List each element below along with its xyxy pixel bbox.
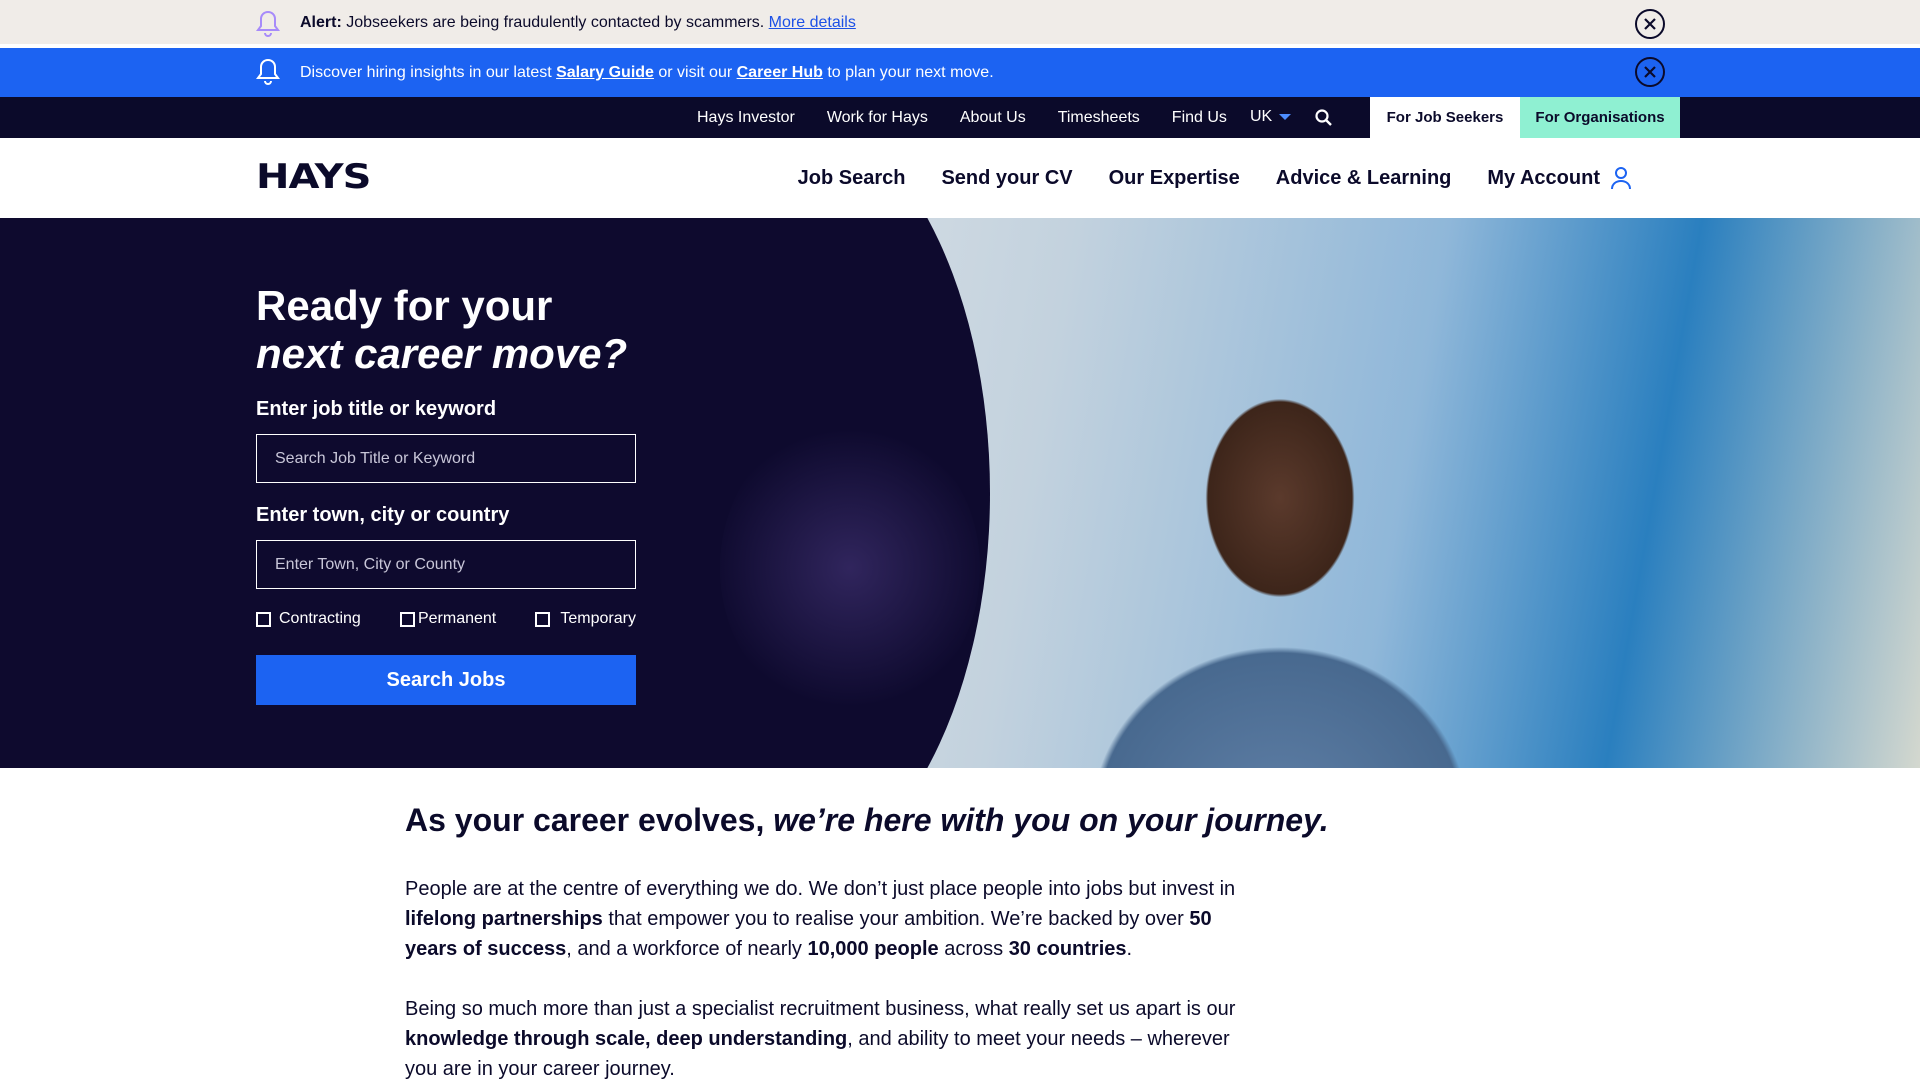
alert-message: Alert: Jobseekers are being fraudulently… — [300, 14, 856, 32]
career-hub-link[interactable]: Career Hub — [737, 64, 823, 81]
nav-hays-investor[interactable]: Hays Investor — [697, 109, 795, 127]
p1-seg: that empower you to realise your ambitio… — [602, 908, 1190, 930]
close-icon — [1644, 18, 1656, 30]
intro-content: As your career evolves, we’re here with … — [405, 800, 1329, 1084]
nav-my-account[interactable]: My Account — [1487, 166, 1632, 190]
user-icon — [1611, 167, 1631, 190]
nav-job-search[interactable]: Job Search — [798, 167, 906, 190]
location-label: Enter town, city or country — [256, 504, 510, 526]
nav-work-for-hays[interactable]: Work for Hays — [827, 109, 928, 127]
main-nav: Job Search Send your CV Our Expertise Ad… — [762, 138, 1632, 218]
p1-seg: , and a workforce of nearly — [566, 938, 808, 960]
job-type-filters: Contracting Permanent Temporary — [256, 610, 636, 628]
checkbox-box — [399, 611, 415, 627]
temporary-label: Temporary — [560, 610, 636, 627]
info-text-mid: or visit our — [653, 64, 737, 81]
nav-advice-learning[interactable]: Advice & Learning — [1276, 167, 1452, 190]
utility-links: Hays Investor Work for Hays About Us Tim… — [697, 97, 1259, 138]
intro-paragraph-1: People are at the centre of everything w… — [405, 874, 1255, 964]
checkbox-box — [256, 611, 271, 627]
hero-title-line2: next career move? — [256, 330, 628, 377]
location-input[interactable] — [256, 540, 636, 589]
tab-for-organisations[interactable]: For Organisations — [1520, 97, 1680, 138]
info-text-pre: Discover hiring insights in our latest — [300, 64, 557, 81]
salary-guide-link[interactable]: Salary Guide — [556, 64, 654, 81]
keyword-label: Enter job title or keyword — [256, 398, 497, 420]
p1-seg: lifelong partnerships — [405, 908, 603, 930]
hero-glow — [720, 418, 980, 718]
temporary-checkbox[interactable]: Temporary — [535, 610, 636, 628]
hero-title-line1: Ready for your — [256, 282, 553, 329]
nav-our-expertise[interactable]: Our Expertise — [1109, 167, 1240, 190]
utility-nav: Hays Investor Work for Hays About Us Tim… — [0, 97, 1920, 138]
p1-seg: People are at the centre of everything w… — [405, 878, 1236, 900]
p1-seg: . — [1126, 938, 1133, 960]
info-banner: Discover hiring insights in our latest S… — [0, 48, 1920, 97]
nav-send-cv[interactable]: Send your CV — [941, 167, 1072, 190]
close-info-button[interactable] — [1635, 57, 1665, 87]
nav-timesheets[interactable]: Timesheets — [1058, 109, 1140, 127]
p1-seg: across — [938, 938, 1009, 960]
alert-text: Jobseekers are being fraudulently contac… — [341, 14, 769, 31]
headline-italic: we’re here with you on your journey. — [764, 802, 1329, 838]
contracting-label: Contracting — [279, 610, 361, 627]
main-header: HAYS Job Search Send your CV Our Experti… — [0, 138, 1920, 218]
chevron-down-icon — [1279, 114, 1291, 120]
p1-seg: 30 countries — [1008, 938, 1127, 960]
info-message: Discover hiring insights in our latest S… — [300, 64, 994, 82]
search-jobs-button[interactable]: Search Jobs — [256, 655, 636, 705]
my-account-label: My Account — [1487, 166, 1600, 189]
p1-seg: 10,000 people — [807, 938, 939, 960]
alert-label: Alert: — [300, 14, 342, 31]
checkbox-box — [535, 611, 551, 627]
hays-logo[interactable]: HAYS — [256, 160, 371, 194]
keyword-input[interactable] — [256, 434, 636, 483]
permanent-label: Permanent — [417, 610, 497, 627]
hero-title: Ready for your next career move? — [256, 282, 627, 378]
bell-icon — [256, 58, 280, 86]
hero-section: Ready for your next career move? Enter j… — [0, 218, 1920, 768]
contracting-checkbox[interactable]: Contracting — [256, 610, 361, 628]
intro-headline: As your career evolves, we’re here with … — [405, 800, 1329, 840]
search-icon[interactable] — [1314, 108, 1334, 128]
close-alert-button[interactable] — [1635, 9, 1665, 39]
p2-seg: knowledge through scale, deep understand… — [405, 1028, 848, 1050]
region-selector[interactable]: UK — [1250, 108, 1272, 126]
intro-paragraph-2: Being so much more than just a specialis… — [405, 994, 1255, 1084]
nav-find-us[interactable]: Find Us — [1172, 109, 1227, 127]
permanent-checkbox[interactable]: Permanent — [399, 610, 497, 628]
bell-icon — [256, 10, 280, 38]
tab-for-job-seekers[interactable]: For Job Seekers — [1370, 97, 1520, 138]
info-text-post: to plan your next move. — [822, 64, 994, 81]
nav-about-us[interactable]: About Us — [960, 109, 1026, 127]
scam-alert-banner: Alert: Jobseekers are being fraudulently… — [0, 0, 1920, 48]
close-icon — [1644, 66, 1656, 78]
headline-bold: As your career evolves, — [405, 802, 765, 838]
more-details-link[interactable]: More details — [769, 14, 856, 31]
p2-seg: Being so much more than just a specialis… — [405, 998, 1236, 1020]
